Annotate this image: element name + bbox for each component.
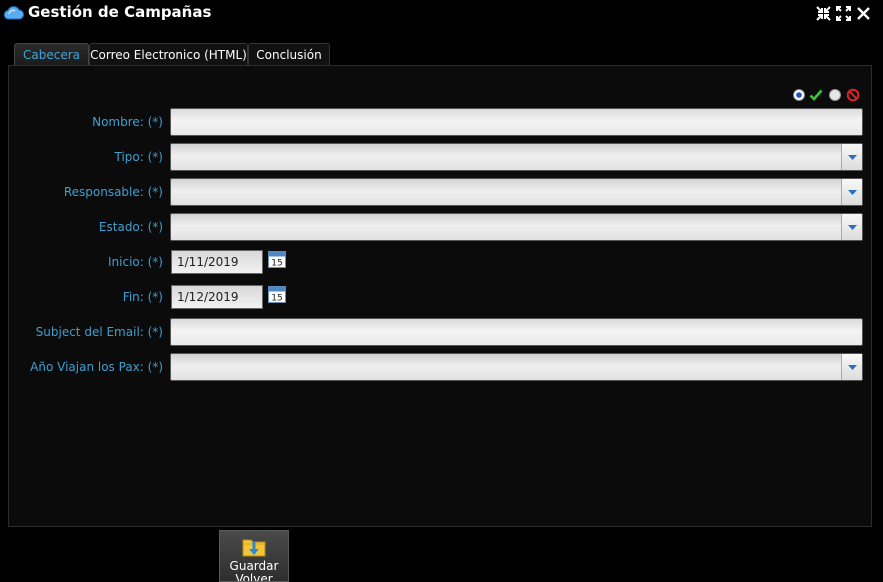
tipo-select[interactable]	[170, 143, 863, 171]
subject-input[interactable]	[170, 318, 863, 346]
tab-cabecera[interactable]: Cabecera	[14, 43, 89, 67]
nombre-label: Nombre: (*)	[92, 115, 163, 129]
form-panel: Nombre: (*) Tipo: (*) Responsable: (*) E…	[8, 65, 872, 527]
radio-selected-icon[interactable]	[792, 87, 806, 101]
guardar-volver-button[interactable]: Guardar Volver	[219, 530, 289, 582]
anio-select[interactable]	[170, 353, 863, 381]
estado-label: Estado: (*)	[98, 220, 163, 234]
restore-icon[interactable]	[815, 5, 832, 22]
fin-label: Fin: (*)	[122, 290, 163, 304]
maximize-icon[interactable]	[835, 5, 852, 22]
calendar-day: 15	[271, 294, 282, 304]
responsable-label: Responsable: (*)	[63, 185, 163, 199]
chevron-down-icon[interactable]	[841, 214, 862, 240]
calendar-icon[interactable]: 15	[268, 250, 286, 269]
inicio-label: Inicio: (*)	[108, 255, 163, 269]
estado-select[interactable]	[170, 213, 863, 241]
cloud-icon	[3, 5, 24, 24]
anio-label: Año Viajan los Pax: (*)	[30, 360, 163, 374]
close-icon[interactable]	[855, 5, 872, 22]
tipo-label: Tipo: (*)	[114, 150, 163, 164]
inicio-date-input[interactable]	[171, 250, 263, 274]
subject-label: Subject del Email: (*)	[35, 325, 163, 339]
circle-icon[interactable]	[828, 87, 842, 101]
chevron-down-icon[interactable]	[841, 144, 862, 170]
responsable-select[interactable]	[170, 178, 863, 206]
window-title: Gestión de Campañas	[28, 3, 212, 21]
fin-date-input[interactable]	[171, 285, 263, 309]
check-icon[interactable]	[809, 87, 823, 101]
chevron-down-icon[interactable]	[841, 354, 862, 380]
nombre-input[interactable]	[170, 108, 863, 136]
calendar-icon[interactable]: 15	[268, 285, 286, 304]
tab-conclusion[interactable]: Conclusión	[248, 43, 330, 66]
calendar-day: 15	[271, 259, 282, 269]
guardar-volver-label: Guardar Volver	[229, 559, 279, 582]
chevron-down-icon[interactable]	[841, 179, 862, 205]
window-titlebar: Gestión de Campañas	[0, 0, 883, 26]
tab-correo-electronico[interactable]: Correo Electronico (HTML)	[89, 43, 248, 66]
cancel-icon[interactable]	[846, 87, 860, 102]
